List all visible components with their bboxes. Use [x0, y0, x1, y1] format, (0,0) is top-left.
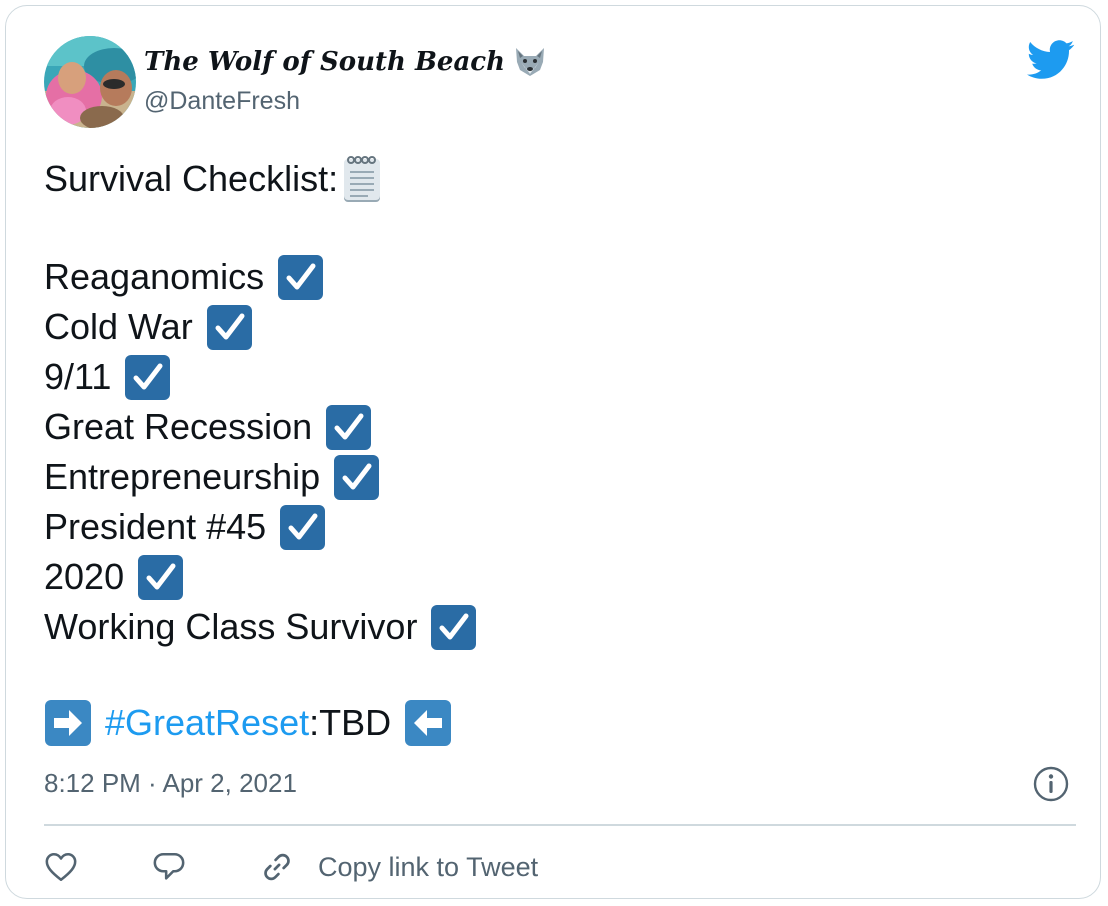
checklist-heading: Survival Checklist: — [44, 154, 477, 204]
display-name[interactable]: The Wolf of South Beach — [144, 46, 547, 78]
tweet-timestamp[interactable]: 8:12 PM · Apr 2, 2021 — [44, 766, 297, 800]
checklist-item: Cold War — [44, 302, 477, 352]
check-box-icon — [206, 304, 253, 351]
checklist-item: Reaganomics — [44, 252, 477, 302]
notepad-icon — [340, 154, 386, 204]
hashtag-suffix: :TBD — [309, 702, 392, 743]
like-heart-icon[interactable] — [44, 850, 78, 884]
check-box-icon — [137, 554, 184, 601]
checklist-item-text: Working Class Survivor — [44, 606, 418, 647]
checklist-item-text: Great Recession — [44, 406, 313, 447]
divider — [44, 824, 1076, 826]
checklist-item: Great Recession — [44, 402, 477, 452]
checklist-heading-text: Survival Checklist: — [44, 158, 339, 199]
checklist-item-text: Entrepreneurship — [44, 456, 321, 497]
info-icon[interactable] — [1033, 766, 1069, 802]
twitter-bird-icon[interactable] — [1026, 40, 1075, 80]
checklist-item: Working Class Survivor — [44, 602, 477, 652]
avatar[interactable] — [44, 36, 136, 128]
copy-link-button[interactable]: Copy link to Tweet — [318, 852, 538, 883]
arrow-right-icon — [44, 699, 92, 747]
reply-bubble-icon[interactable] — [152, 850, 186, 884]
checklist: Reaganomics Cold War 9/11 Great Recession En… — [44, 252, 477, 652]
user-handle[interactable]: @DanteFresh — [144, 86, 300, 116]
copy-link-icon[interactable] — [260, 850, 294, 884]
checklist-item: 9/11 — [44, 352, 477, 402]
check-box-icon — [279, 504, 326, 551]
arrow-left-icon — [404, 699, 452, 747]
checklist-item-text: President #45 — [44, 506, 267, 547]
checklist-item: President #45 — [44, 502, 477, 552]
check-box-icon — [430, 604, 477, 651]
checklist-item-text: 9/11 — [44, 356, 112, 397]
checklist-item-text: Reaganomics — [44, 256, 265, 297]
check-box-icon — [325, 404, 372, 451]
hashtag-link[interactable]: #GreatReset — [105, 698, 309, 748]
check-box-icon — [333, 454, 380, 501]
checklist-item: 2020 — [44, 552, 477, 602]
check-box-icon — [277, 254, 324, 301]
tweet-card[interactable]: The Wolf of South Beach @DanteFresh Surv… — [5, 5, 1101, 899]
display-name-text: The Wolf of South Beach — [144, 47, 506, 77]
wolf-icon — [513, 46, 547, 78]
tweet-text: Survival Checklist: Reaganomics Cold War… — [44, 154, 477, 652]
checklist-item: Entrepreneurship — [44, 452, 477, 502]
checklist-item-text: 2020 — [44, 556, 125, 597]
checklist-item-text: Cold War — [44, 306, 193, 347]
hashtag-line: #GreatReset :TBD — [44, 698, 452, 748]
tweet-actions: Copy link to Tweet — [44, 842, 538, 892]
check-box-icon — [124, 354, 171, 401]
